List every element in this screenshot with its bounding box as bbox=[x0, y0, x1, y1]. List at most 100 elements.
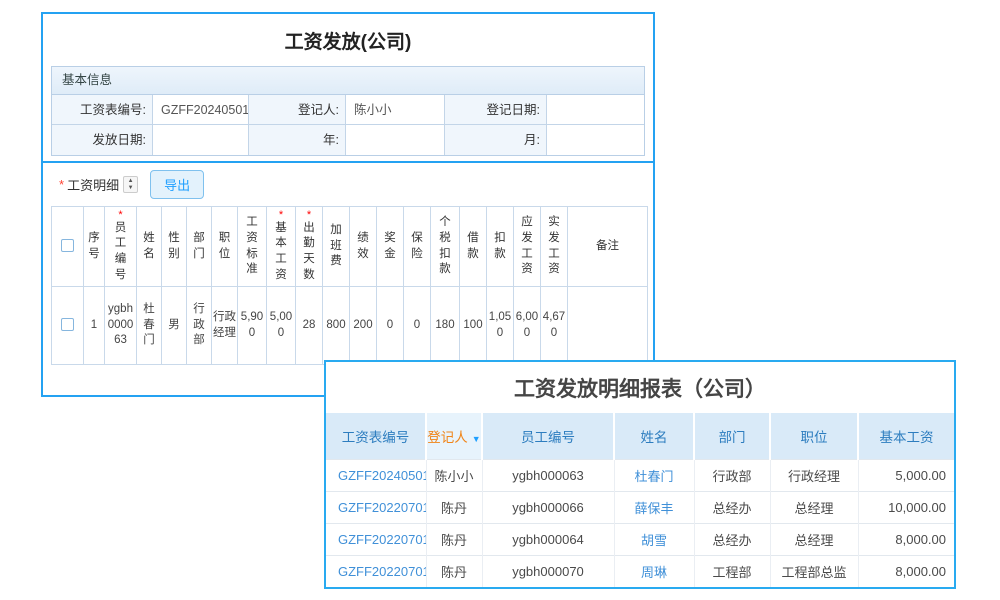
report-cell-name-link[interactable]: 薛保丰 bbox=[614, 491, 694, 523]
col-gender: 性别 bbox=[162, 207, 187, 287]
report-cell-basic-salary: 8,000.00 bbox=[858, 523, 954, 555]
report-col-registrant[interactable]: 登记人▼ bbox=[426, 413, 482, 459]
field-label-salary-sheet-no: 工资表编号: bbox=[52, 95, 153, 125]
report-cell-position: 总经理 bbox=[770, 523, 858, 555]
report-title: 工资发放明细报表（公司） bbox=[326, 362, 954, 413]
col-employee-id: *员工编号 bbox=[105, 207, 137, 287]
col-actual-salary: 实发工资 bbox=[541, 207, 568, 287]
report-col-position[interactable]: 职位 bbox=[770, 413, 858, 459]
field-value-year[interactable] bbox=[346, 125, 445, 155]
report-cell-registrant: 陈丹 bbox=[426, 491, 482, 523]
field-label-month: 月: bbox=[445, 125, 547, 155]
cell-gender: 男 bbox=[162, 287, 187, 365]
report-row: GZFF20240501 陈小小 ygbh000063 杜春门 行政部 行政经理… bbox=[326, 459, 954, 491]
report-cell-department: 总经办 bbox=[694, 523, 770, 555]
report-cell-sheet-no-link[interactable]: GZFF20220701 bbox=[326, 491, 426, 523]
col-overtime-pay: 加班费 bbox=[323, 207, 350, 287]
report-cell-employee-id: ygbh000063 bbox=[482, 459, 614, 491]
cell-payable-salary: 6,000 bbox=[514, 287, 541, 365]
detail-header-row: 序号 *员工编号 姓名 性别 部门 职位 工资标准 *基本工资 *出勤天数 加班… bbox=[52, 207, 648, 287]
spinner-down-icon: ▼ bbox=[128, 185, 134, 192]
report-cell-basic-salary: 5,000.00 bbox=[858, 459, 954, 491]
field-label-year: 年: bbox=[249, 125, 346, 155]
report-cell-registrant: 陈丹 bbox=[426, 523, 482, 555]
cell-name: 杜春门 bbox=[137, 287, 162, 365]
basic-info-grid: 工资表编号: GZFF20240501 登记人: 陈小小 登记日期: 发放日期:… bbox=[52, 95, 644, 155]
report-cell-name-link[interactable]: 周琳 bbox=[614, 555, 694, 587]
cell-overtime-pay: 800 bbox=[323, 287, 350, 365]
report-cell-registrant: 陈丹 bbox=[426, 555, 482, 587]
row-checkbox[interactable] bbox=[61, 318, 74, 331]
col-payable-salary: 应发工资 bbox=[514, 207, 541, 287]
cell-seq: 1 bbox=[84, 287, 105, 365]
col-name: 姓名 bbox=[137, 207, 162, 287]
col-basic-salary: *基本工资 bbox=[267, 207, 296, 287]
report-cell-name-link[interactable]: 胡雪 bbox=[614, 523, 694, 555]
report-col-department[interactable]: 部门 bbox=[694, 413, 770, 459]
report-col-employee-id[interactable]: 员工编号 bbox=[482, 413, 614, 459]
report-cell-sheet-no-link[interactable]: GZFF20220701 bbox=[326, 523, 426, 555]
cell-employee-id: ygbh000063 bbox=[105, 287, 137, 365]
report-cell-department: 工程部 bbox=[694, 555, 770, 587]
field-value-month[interactable] bbox=[547, 125, 644, 155]
basic-info-fieldset: 基本信息 工资表编号: GZFF20240501 登记人: 陈小小 登记日期: … bbox=[51, 66, 645, 156]
spinner-icon[interactable]: ▲ ▼ bbox=[123, 176, 138, 193]
cell-tax-deduction: 180 bbox=[431, 287, 460, 365]
col-bonus: 奖金 bbox=[377, 207, 404, 287]
report-cell-basic-salary: 8,000.00 bbox=[858, 555, 954, 587]
col-loan: 借款 bbox=[460, 207, 487, 287]
cell-loan: 100 bbox=[460, 287, 487, 365]
report-cell-department: 总经办 bbox=[694, 491, 770, 523]
report-col-name[interactable]: 姓名 bbox=[614, 413, 694, 459]
col-performance: 绩效 bbox=[350, 207, 377, 287]
cell-department: 行政部 bbox=[187, 287, 212, 365]
report-row: GZFF20220701 陈丹 ygbh000066 薛保丰 总经办 总经理 1… bbox=[326, 491, 954, 523]
row-select-cell bbox=[52, 287, 84, 365]
col-tax-deduction: 个税扣款 bbox=[431, 207, 460, 287]
field-value-salary-sheet-no[interactable]: GZFF20240501 bbox=[153, 95, 249, 125]
cell-remarks bbox=[568, 287, 648, 365]
report-cell-name-link[interactable]: 杜春门 bbox=[614, 459, 694, 491]
cell-attendance-days: 28 bbox=[296, 287, 323, 365]
report-cell-department: 行政部 bbox=[694, 459, 770, 491]
cell-insurance: 0 bbox=[404, 287, 431, 365]
report-cell-basic-salary: 10,000.00 bbox=[858, 491, 954, 523]
report-col-basic-salary[interactable]: 基本工资 bbox=[858, 413, 954, 459]
report-cell-sheet-no-link[interactable]: GZFF20240501 bbox=[326, 459, 426, 491]
report-table: 工资表编号 登记人▼ 员工编号 姓名 部门 职位 基本工资 GZFF202405… bbox=[326, 413, 954, 587]
select-all-checkbox[interactable] bbox=[61, 239, 74, 252]
report-cell-position: 行政经理 bbox=[770, 459, 858, 491]
col-seq: 序号 bbox=[84, 207, 105, 287]
export-button[interactable]: 导出 bbox=[150, 170, 204, 199]
col-position: 职位 bbox=[212, 207, 238, 287]
cell-basic-salary: 5,000 bbox=[267, 287, 296, 365]
col-salary-standard: 工资标准 bbox=[238, 207, 267, 287]
report-row: GZFF20220701 陈丹 ygbh000070 周琳 工程部 工程部总监 … bbox=[326, 555, 954, 587]
field-value-register-date[interactable] bbox=[547, 95, 644, 125]
cell-salary-standard: 5,900 bbox=[238, 287, 267, 365]
basic-info-header: 基本信息 bbox=[52, 67, 644, 95]
report-row: GZFF20220701 陈丹 ygbh000064 胡雪 总经办 总经理 8,… bbox=[326, 523, 954, 555]
report-cell-employee-id: ygbh000064 bbox=[482, 523, 614, 555]
report-cell-employee-id: ygbh000070 bbox=[482, 555, 614, 587]
detail-section-label: 工资明细 bbox=[67, 175, 119, 194]
report-header-row: 工资表编号 登记人▼ 员工编号 姓名 部门 职位 基本工资 bbox=[326, 413, 954, 459]
report-cell-registrant: 陈小小 bbox=[426, 459, 482, 491]
form-title: 工资发放(公司) bbox=[43, 27, 653, 54]
report-cell-position: 工程部总监 bbox=[770, 555, 858, 587]
field-label-pay-date: 发放日期: bbox=[52, 125, 153, 155]
field-value-pay-date[interactable] bbox=[153, 125, 249, 155]
select-all-cell bbox=[52, 207, 84, 287]
detail-data-row: 1 ygbh000063 杜春门 男 行政部 行政经理 5,900 5,000 … bbox=[52, 287, 648, 365]
report-cell-sheet-no-link[interactable]: GZFF20220701 bbox=[326, 555, 426, 587]
cell-bonus: 0 bbox=[377, 287, 404, 365]
col-insurance: 保险 bbox=[404, 207, 431, 287]
report-col-sheet-no[interactable]: 工资表编号 bbox=[326, 413, 426, 459]
required-mark: * bbox=[59, 177, 64, 192]
detail-toolbar: * 工资明细 ▲ ▼ 导出 bbox=[43, 163, 653, 206]
spinner-up-icon: ▲ bbox=[128, 178, 134, 185]
sort-desc-icon: ▼ bbox=[472, 434, 481, 444]
cell-performance: 200 bbox=[350, 287, 377, 365]
col-attendance-days: *出勤天数 bbox=[296, 207, 323, 287]
field-value-registrant[interactable]: 陈小小 bbox=[346, 95, 445, 125]
